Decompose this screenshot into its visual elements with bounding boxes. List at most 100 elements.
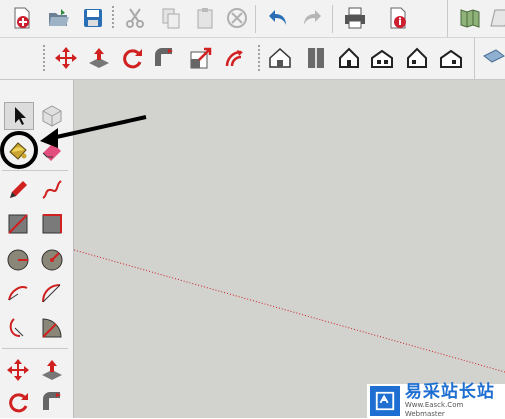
arc-tool-button[interactable] <box>4 280 32 308</box>
layer-icon <box>490 9 505 27</box>
print-icon <box>345 7 365 29</box>
iso-view-icon <box>269 47 291 68</box>
redo-button[interactable] <box>298 4 326 32</box>
model-info-icon <box>390 7 406 29</box>
pie-tool-button[interactable] <box>38 314 66 342</box>
paste-button[interactable] <box>191 4 219 32</box>
rotate-icon <box>9 393 28 413</box>
polygon-icon <box>41 249 63 271</box>
tools-palette <box>0 80 74 418</box>
copy-icon <box>162 8 180 29</box>
erase-button[interactable] <box>223 4 251 32</box>
rotate-icon <box>123 49 142 69</box>
right-view-icon <box>371 49 393 68</box>
save-button[interactable] <box>79 4 107 32</box>
pie-icon <box>42 318 62 338</box>
component-icon <box>42 105 62 127</box>
section-view-button[interactable] <box>480 44 505 72</box>
circle-tool-button[interactable] <box>4 246 32 274</box>
undo-icon <box>269 10 286 25</box>
model-info-button[interactable] <box>384 4 412 32</box>
new-file-icon <box>14 7 30 29</box>
toolbar-divider <box>112 6 115 30</box>
open-button[interactable] <box>45 4 73 32</box>
three-point-arc-tool-button[interactable] <box>4 314 32 342</box>
freehand-tool-button[interactable] <box>38 176 66 204</box>
arc-icon <box>8 286 28 301</box>
layer-button[interactable] <box>487 4 505 32</box>
left-view-icon <box>440 49 462 68</box>
pencil-line-icon <box>10 181 27 198</box>
watermark-subtitle: Www.Easck.Com Webmaster <box>404 401 464 418</box>
right-view-button[interactable] <box>368 44 396 72</box>
polygon-tool-button[interactable] <box>38 246 66 274</box>
rotate-button[interactable] <box>118 44 146 72</box>
save-icon <box>84 9 102 27</box>
offset-button[interactable] <box>221 44 249 72</box>
undo-button[interactable] <box>264 4 292 32</box>
eraser-icon <box>42 143 61 161</box>
move-icon <box>55 47 77 69</box>
axis-layer <box>74 249 505 373</box>
top-view-button[interactable] <box>302 44 330 72</box>
toolbar-divider <box>258 45 261 73</box>
back-view-icon <box>407 47 427 68</box>
top-view-icon <box>308 48 324 68</box>
circle-icon <box>7 249 29 271</box>
print-button[interactable] <box>341 4 369 32</box>
paint-bucket-icon <box>9 142 27 160</box>
push-pull-button[interactable] <box>85 44 113 72</box>
rotated-rectangle-tool-button[interactable] <box>38 210 66 238</box>
three-point-arc-icon <box>9 318 24 337</box>
redo-icon <box>304 10 321 25</box>
drawing-canvas[interactable] <box>74 80 505 418</box>
open-folder-icon <box>49 9 69 26</box>
map-icon <box>460 9 480 28</box>
select-arrow-icon <box>15 107 26 125</box>
watermark-logo-icon <box>370 386 400 416</box>
push-pull-tool-button[interactable] <box>38 356 66 384</box>
erase-icon <box>227 8 247 28</box>
scale-button[interactable] <box>187 44 215 72</box>
rectangle-tool-button[interactable] <box>4 210 32 238</box>
watermark-title: 易采站长站 <box>404 382 495 402</box>
eraser-tool-button[interactable] <box>38 136 66 164</box>
watermark: 易采站长站 Www.Easck.Com Webmaster <box>367 382 505 418</box>
rectangle-icon <box>8 214 28 234</box>
paint-bucket-tool-button[interactable] <box>4 136 32 164</box>
offset-icon <box>225 50 243 67</box>
red-axis-line <box>74 249 505 373</box>
follow-me-tool-button[interactable] <box>38 388 66 416</box>
map-button[interactable] <box>456 4 484 32</box>
rotated-rectangle-icon <box>42 214 62 234</box>
scale-icon <box>190 47 212 69</box>
freehand-icon <box>42 180 62 199</box>
follow-me-button[interactable] <box>150 44 178 72</box>
rotate-tool-button[interactable] <box>4 388 32 416</box>
follow-me-icon <box>43 392 61 410</box>
back-view-button[interactable] <box>403 44 431 72</box>
two-point-arc-tool-button[interactable] <box>38 280 66 308</box>
cut-icon <box>126 8 144 28</box>
copy-button[interactable] <box>157 4 185 32</box>
push-pull-icon <box>42 360 62 380</box>
section-view-icon <box>483 49 505 63</box>
front-view-icon <box>339 47 359 68</box>
follow-me-icon <box>155 48 173 66</box>
move-tool-button[interactable] <box>4 356 32 384</box>
left-view-button[interactable] <box>437 44 465 72</box>
main-toolbar <box>0 0 505 38</box>
iso-view-button[interactable] <box>266 44 294 72</box>
cut-button[interactable] <box>121 4 149 32</box>
front-view-button[interactable] <box>335 44 363 72</box>
paste-icon <box>197 8 213 29</box>
two-point-arc-icon <box>42 284 61 303</box>
component-tool-button[interactable] <box>38 102 66 130</box>
move-button[interactable] <box>52 44 80 72</box>
new-file-button[interactable] <box>8 4 36 32</box>
push-pull-icon <box>89 48 109 68</box>
line-tool-button[interactable] <box>4 176 32 204</box>
toolbar-divider <box>43 45 46 73</box>
select-tool-button[interactable] <box>4 102 34 130</box>
edit-views-toolbar <box>0 38 505 80</box>
